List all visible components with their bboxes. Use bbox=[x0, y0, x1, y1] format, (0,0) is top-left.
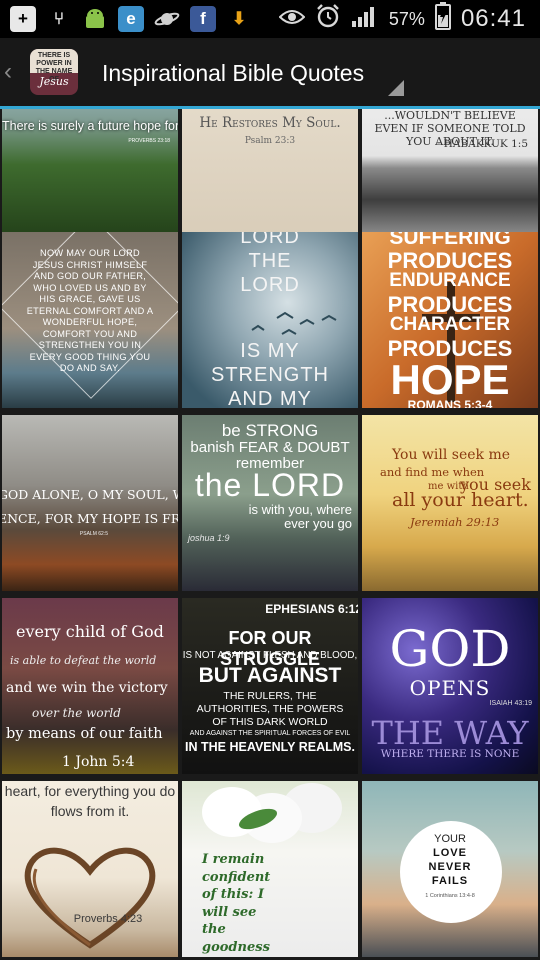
tile-11-line5: AND AGAINST THE SPIRITUAL FORCES OF EVIL bbox=[189, 730, 351, 737]
quote-tile-4[interactable]: NOW MAY OUR LORD JESUS CHRIST HIMSELF AN… bbox=[2, 232, 178, 408]
add-icon: + bbox=[10, 6, 36, 32]
tile-13-ref: Proverbs 4:23 bbox=[73, 913, 143, 925]
app-logo[interactable]: THERE IS POWER IN THE NAME OF Jesus bbox=[30, 49, 78, 95]
app-title[interactable]: Inspirational Bible Quotes bbox=[102, 60, 364, 87]
image-grid[interactable]: There is surely a future hope for you PR… bbox=[0, 109, 540, 960]
quote-tile-13[interactable]: heart, for everything you do flows from … bbox=[2, 781, 178, 957]
quote-tile-7[interactable]: GOD ALONE, O MY SOUL, WAIT ENCE, FOR MY … bbox=[2, 415, 178, 591]
tile-11-line2: IS NOT AGAINST FLESH AND BLOOD, bbox=[182, 650, 358, 661]
tile-9-line1: You will seek me bbox=[392, 447, 511, 463]
tile-6-line5: CHARACTER bbox=[389, 314, 511, 335]
tile-8-line1: be STRONG bbox=[221, 421, 319, 440]
tile-11-line4: THE RULERS, THE AUTHORITIES, THE POWERS … bbox=[196, 690, 344, 728]
tile-4-text: NOW MAY OUR LORD JESUS CHRIST HIMSELF AN… bbox=[26, 248, 154, 373]
tile-6-line7: HOPE bbox=[390, 356, 510, 403]
tile-12-line4: WHERE THERE IS NONE bbox=[380, 748, 520, 760]
tile-7-line2: ENCE, FOR MY HOPE IS FROM bbox=[2, 511, 178, 526]
tile-7-ref: PSALM 62:5 bbox=[79, 531, 108, 537]
tile-8-ref: joshua 1:9 bbox=[188, 533, 230, 543]
tile-15-ref: 1 Corinthians 13:4-8 bbox=[425, 893, 475, 899]
android-debug-icon bbox=[82, 6, 108, 32]
tile-8-line5: is with you, where ever you go bbox=[248, 502, 352, 531]
quote-tile-9[interactable]: You will seek me and find me when you se… bbox=[362, 415, 538, 591]
tile-12-line1: GOD bbox=[389, 620, 511, 678]
tile-9-line5: all your heart. bbox=[392, 489, 529, 511]
tile-7-line1: GOD ALONE, O MY SOUL, WAIT bbox=[2, 487, 178, 502]
tile-9-ref: Jeremiah 29:13 bbox=[410, 515, 500, 529]
tile-5-line4: IS MY bbox=[240, 340, 300, 362]
eye-icon bbox=[278, 6, 306, 32]
tile-12-ref: ISAIAH 43:19 bbox=[489, 700, 532, 707]
quote-tile-2[interactable]: He Restores My Soul. Psalm 23:3 bbox=[182, 109, 358, 235]
app-logo-top-text: THERE IS POWER IN THE NAME OF bbox=[30, 49, 78, 83]
notification-icons: + ⑂ e f ⬇ bbox=[10, 4, 252, 34]
signal-icon bbox=[351, 4, 379, 34]
battery-percent: 57% bbox=[388, 8, 425, 29]
tile-12-line3: THE WAY bbox=[371, 714, 529, 752]
tile-14-text: I remain confident of this: I will see t… bbox=[202, 852, 271, 955]
planet-icon bbox=[154, 6, 180, 32]
tile-2-text: He Restores My Soul. bbox=[199, 115, 341, 131]
system-icons: 57% 06:41 bbox=[278, 2, 526, 36]
quote-tile-10[interactable]: every child of God is able to defeat the… bbox=[2, 598, 178, 774]
up-caret-icon[interactable]: ‹ bbox=[4, 58, 12, 86]
clock: 06:41 bbox=[460, 5, 526, 32]
tile-5-line5: STRENGTH bbox=[211, 364, 329, 386]
quote-tile-12[interactable]: GOD OPENS ISAIAH 43:19 THE WAY WHERE THE… bbox=[362, 598, 538, 774]
battery-icon bbox=[434, 2, 451, 36]
tile-11-line3: BUT AGAINST bbox=[198, 664, 342, 687]
tile-8-line2: banish FEAR & DOUBT bbox=[190, 439, 350, 456]
quote-tile-8[interactable]: be STRONG banish FEAR & DOUBT remember t… bbox=[182, 415, 358, 591]
tile-10-line5: by means of our faith bbox=[6, 726, 163, 742]
tile-5-line1: LORD bbox=[240, 232, 300, 248]
tile-15-line3: NEVER bbox=[428, 861, 472, 873]
app-logo-bottom-text: Jesus bbox=[39, 75, 69, 88]
tile-5-line6: AND MY bbox=[228, 388, 312, 408]
tile-8-line4: the LORD bbox=[194, 467, 346, 503]
quote-tile-5[interactable]: LORD THE LORD IS MY STRENGTH AND MY bbox=[182, 232, 358, 408]
quote-tile-11[interactable]: EPHESIANS 6:12 FOR OUR STRUGGLE IS NOT A… bbox=[182, 598, 358, 774]
tile-10-line4: over the world bbox=[32, 706, 121, 720]
tile-15-line1: YOUR bbox=[434, 833, 466, 845]
quote-tile-6[interactable]: SUFFERING PRODUCES ENDURANCE PRODUCES CH… bbox=[362, 232, 538, 408]
tile-2-ref: Psalm 23:3 bbox=[244, 136, 296, 146]
quote-tile-3[interactable]: ...WOULDN'T BELIEVE EVEN IF SOMEONE TOLD… bbox=[362, 109, 538, 235]
tile-5-line2: THE bbox=[248, 250, 292, 272]
usb-icon: ⑂ bbox=[53, 9, 65, 28]
heart-icon bbox=[24, 847, 156, 949]
tile-10-line2: is able to defeat the world bbox=[10, 654, 157, 667]
tile-10-line3: and we win the victory bbox=[6, 680, 168, 696]
quote-tile-14[interactable]: I remain confident of this: I will see t… bbox=[182, 781, 358, 957]
download-icon: ⬇ bbox=[231, 9, 247, 28]
action-bar: ‹ THERE IS POWER IN THE NAME OF Jesus In… bbox=[0, 38, 540, 106]
quote-tile-15[interactable]: YOUR LOVE NEVER FAILS 1 Corinthians 13:4… bbox=[362, 781, 538, 957]
tile-11-line6: IN THE HEAVENLY REALMS. bbox=[185, 740, 355, 754]
tile-10-ref: 1 John 5:4 bbox=[62, 754, 135, 770]
tile-15-line2: LOVE bbox=[433, 847, 467, 859]
tile-5-line3: LORD bbox=[240, 274, 300, 296]
facebook-icon: f bbox=[190, 6, 216, 32]
dropdown-indicator-icon[interactable] bbox=[388, 80, 404, 96]
tile-1-text: There is surely a future hope for you bbox=[2, 119, 178, 133]
tile-1-ref: PROVERBS 23:18 bbox=[128, 138, 170, 144]
browser-icon: e bbox=[118, 6, 144, 32]
tile-12-line2: OPENS bbox=[409, 676, 491, 700]
tile-3-ref: - HABAKKUK 1:5 bbox=[436, 138, 528, 150]
alarm-icon bbox=[315, 3, 341, 35]
tile-13-line2: flows from it. bbox=[50, 803, 130, 819]
tile-15-line4: FAILS bbox=[431, 875, 469, 887]
tile-6-ref: ROMANS 5:3-4 bbox=[407, 398, 493, 408]
tile-10-line1: every child of God bbox=[16, 622, 164, 641]
quote-tile-1[interactable]: There is surely a future hope for you PR… bbox=[2, 109, 178, 235]
tile-6-line3: ENDURANCE bbox=[389, 270, 511, 291]
status-bar: + ⑂ e f ⬇ 57% 06:41 bbox=[0, 0, 540, 38]
tile-11-ref: EPHESIANS 6:12 bbox=[265, 602, 358, 616]
tile-13-line1: heart, for everything you do bbox=[4, 783, 176, 799]
